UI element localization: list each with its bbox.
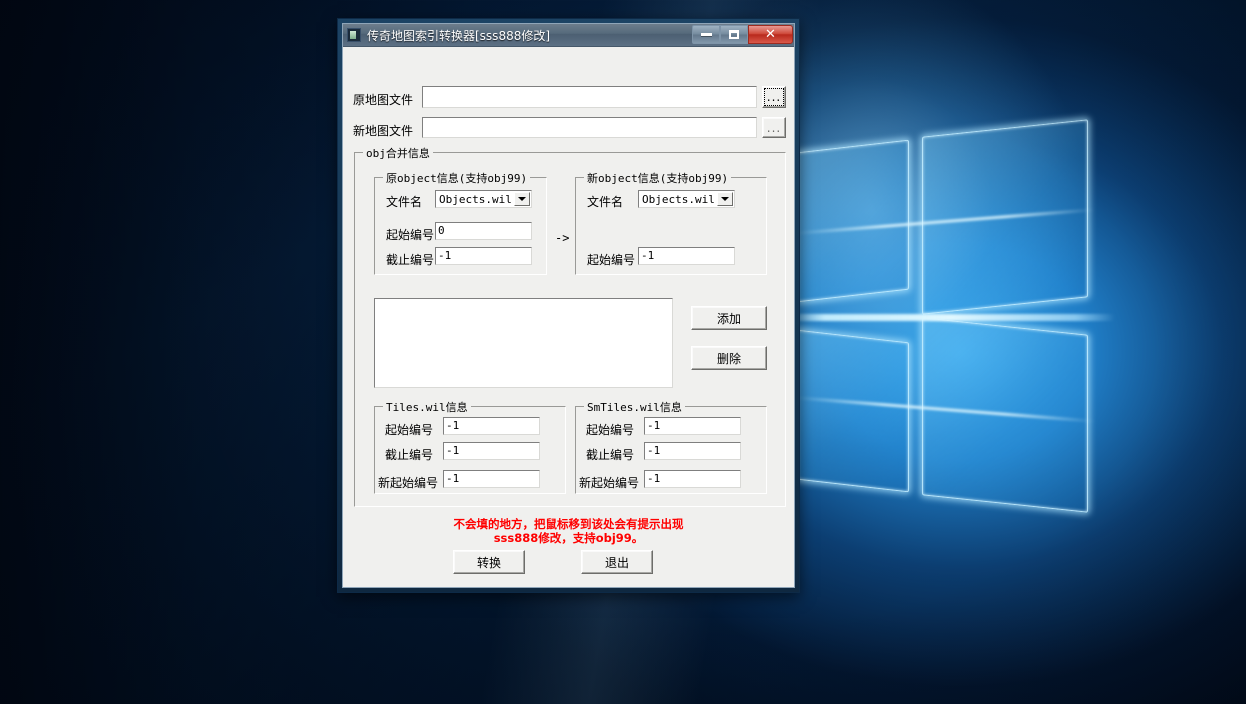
new-map-file-label: 新地图文件 [353, 124, 414, 138]
tiles-newstart-input[interactable]: -1 [443, 470, 540, 488]
application-window: 传奇地图索引转换器[sss888修改] ✕ 原地图文件 ... 新地图文件 ..… [337, 18, 800, 593]
smtiles-group-title: SmTiles.wil信息 [584, 399, 685, 415]
delete-button[interactable]: 删除 [691, 346, 767, 370]
app-icon [347, 28, 361, 42]
chevron-down-icon[interactable] [717, 192, 733, 206]
merge-rule-listbox[interactable] [374, 298, 673, 388]
tiles-start-input[interactable]: -1 [443, 417, 540, 435]
target-start-input[interactable]: -1 [638, 247, 735, 265]
minimize-icon [700, 33, 712, 36]
tiles-newstart-label: 新起始编号 [378, 476, 439, 490]
source-filename-label: 文件名 [386, 195, 423, 209]
tiles-group: Tiles.wil信息 起始编号 -1 截止编号 -1 新起始编号 -1 [374, 399, 566, 494]
minimize-button[interactable] [692, 25, 720, 44]
convert-button[interactable]: 转换 [453, 550, 525, 574]
window-title: 传奇地图索引转换器[sss888修改] [367, 28, 551, 43]
new-map-browse-button[interactable]: ... [762, 117, 786, 138]
target-filename-label: 文件名 [587, 195, 624, 209]
warning-line-1: 不会填的地方，把鼠标移到该处会有提示出现 [453, 517, 684, 531]
source-filename-combo[interactable]: Objects.wil [435, 190, 532, 208]
source-start-input[interactable]: 0 [435, 222, 532, 240]
source-object-group-title: 原object信息(支持obj99) [383, 170, 531, 186]
chevron-down-icon[interactable] [514, 192, 530, 206]
maximize-button[interactable] [720, 25, 748, 44]
window-inner-frame: 传奇地图索引转换器[sss888修改] ✕ 原地图文件 ... 新地图文件 ..… [342, 23, 795, 588]
transfer-arrow-icon: -> [555, 231, 570, 245]
target-object-group: 新object信息(支持obj99) 文件名 Objects.wil 起始编号 … [575, 170, 767, 275]
smtiles-end-input[interactable]: -1 [644, 442, 741, 460]
tiles-start-label: 起始编号 [385, 423, 434, 437]
source-end-label: 截止编号 [386, 253, 435, 267]
new-map-file-input[interactable] [422, 117, 757, 138]
source-object-group: 原object信息(支持obj99) 文件名 Objects.wil 起始编号 … [374, 170, 547, 275]
client-area: 原地图文件 ... 新地图文件 ... obj合并信息 原object信息(支持… [343, 47, 794, 587]
close-button[interactable]: ✕ [748, 25, 793, 44]
warning-line-2: sss888修改，支持obj99。 [493, 531, 644, 545]
title-bar[interactable]: 传奇地图索引转换器[sss888修改] ✕ [343, 24, 794, 47]
source-filename-value: Objects.wil [439, 192, 512, 206]
smtiles-newstart-input[interactable]: -1 [644, 470, 741, 488]
target-filename-combo[interactable]: Objects.wil [638, 190, 735, 208]
original-map-file-label: 原地图文件 [353, 93, 414, 107]
add-button[interactable]: 添加 [691, 306, 767, 330]
source-end-input[interactable]: -1 [435, 247, 532, 265]
tiles-end-input[interactable]: -1 [443, 442, 540, 460]
maximize-icon [729, 30, 739, 39]
exit-button[interactable]: 退出 [581, 550, 653, 574]
smtiles-end-label: 截止编号 [586, 448, 635, 462]
smtiles-newstart-label: 新起始编号 [579, 476, 640, 490]
smtiles-group: SmTiles.wil信息 起始编号 -1 截止编号 -1 新起始编号 -1 [575, 399, 767, 494]
obj-merge-group-title: obj合并信息 [363, 145, 433, 161]
target-object-group-title: 新object信息(支持obj99) [584, 170, 732, 186]
target-filename-value: Objects.wil [642, 192, 715, 206]
source-start-label: 起始编号 [386, 228, 435, 242]
smtiles-start-label: 起始编号 [586, 423, 635, 437]
target-start-label: 起始编号 [587, 253, 636, 267]
tiles-group-title: Tiles.wil信息 [383, 399, 471, 415]
obj-merge-group: obj合并信息 原object信息(支持obj99) 文件名 Objects.w… [354, 145, 786, 507]
window-controls: ✕ [692, 24, 793, 44]
smtiles-start-input[interactable]: -1 [644, 417, 741, 435]
original-map-browse-button[interactable]: ... [762, 86, 786, 108]
tiles-end-label: 截止编号 [385, 448, 434, 462]
original-map-file-input[interactable] [422, 86, 757, 108]
